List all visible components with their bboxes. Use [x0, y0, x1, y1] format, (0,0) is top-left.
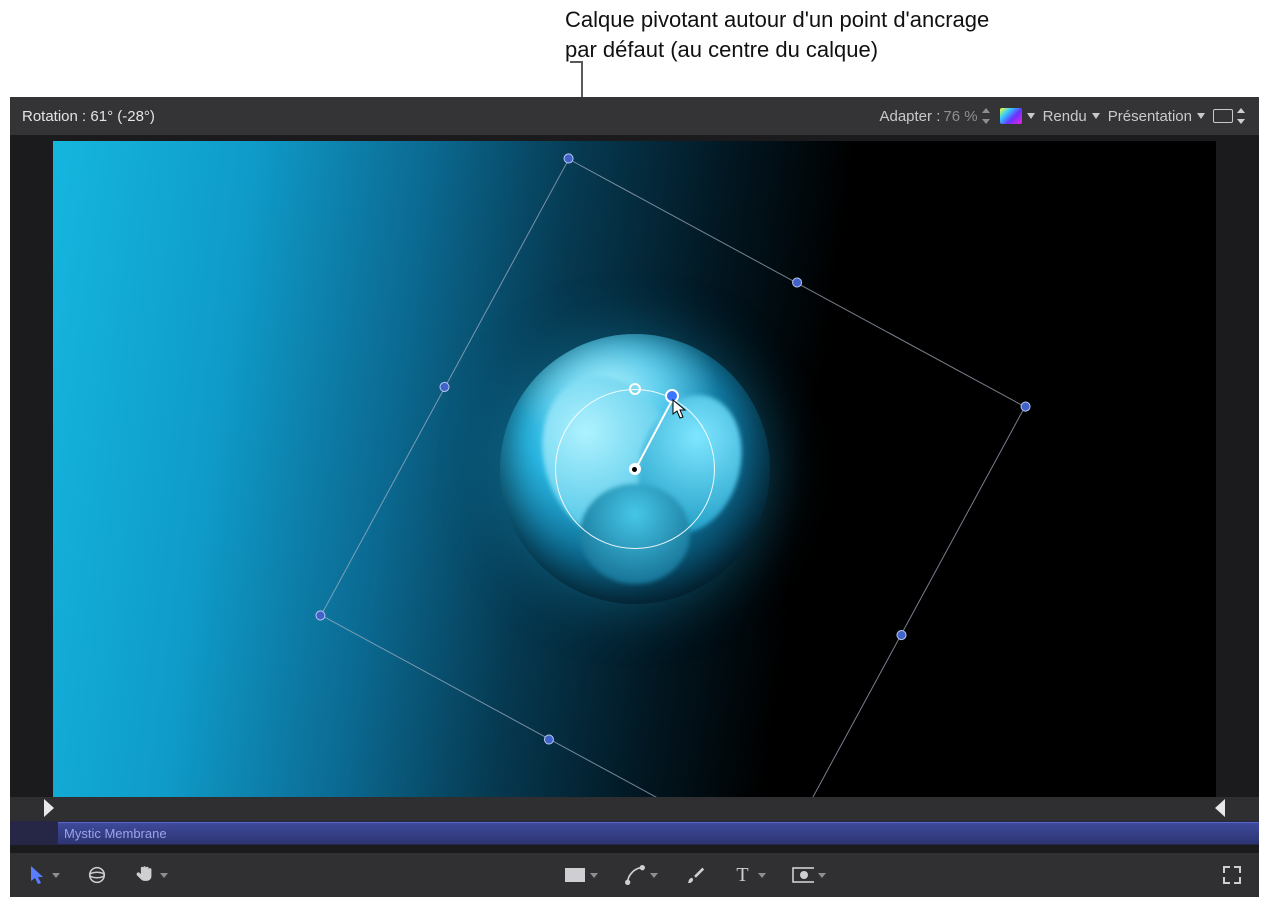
layout-dropdown[interactable] — [1213, 108, 1247, 124]
chevron-down-icon — [590, 873, 598, 878]
stepper-icon — [1236, 108, 1247, 124]
mini-timeline[interactable]: Mystic Membrane — [10, 821, 1259, 845]
chevron-down-icon — [1092, 113, 1100, 119]
mask-icon — [792, 864, 814, 886]
pen-icon — [624, 864, 646, 886]
out-point-marker[interactable] — [1213, 797, 1227, 819]
mask-tool[interactable] — [792, 864, 826, 886]
layout-icon — [1213, 109, 1233, 123]
in-point-marker[interactable] — [42, 797, 56, 819]
render-dropdown[interactable]: Rendu — [1043, 108, 1100, 125]
chevron-down-icon — [818, 873, 826, 878]
chevron-down-icon — [160, 873, 168, 878]
rotation-status-delta: (-28°) — [117, 108, 155, 125]
clip-name: Mystic Membrane — [64, 826, 167, 841]
select-tool[interactable] — [26, 864, 60, 886]
brush-icon — [684, 864, 706, 886]
chevron-down-icon — [758, 873, 766, 878]
fit-zoom-control[interactable]: Adapter : 76 % — [879, 108, 991, 125]
text-tool[interactable]: T — [732, 864, 766, 886]
canvas-viewport[interactable] — [53, 141, 1216, 797]
color-channel-dropdown[interactable] — [1000, 108, 1035, 124]
text-icon: T — [732, 864, 754, 886]
rotation-status-value: 61° — [90, 108, 113, 125]
rotation-start-marker — [629, 383, 641, 395]
rectangle-tool[interactable] — [564, 864, 598, 886]
cursor-icon — [672, 399, 688, 425]
callout-line1: Calque pivotant autour d'un point d'ancr… — [565, 5, 1165, 35]
viewer-panel: Rotation : 61° (-28°) Adapter : 76 % Ren… — [10, 97, 1259, 897]
fit-label: Adapter : — [879, 108, 940, 125]
pointer-icon — [26, 864, 48, 886]
render-label: Rendu — [1043, 108, 1087, 125]
callout-line2: par défaut (au centre du calque) — [565, 35, 1165, 65]
timeline-ruler[interactable] — [10, 797, 1259, 821]
view-dropdown[interactable]: Présentation — [1108, 108, 1205, 125]
stepper-icon — [981, 108, 992, 124]
chevron-down-icon — [650, 873, 658, 878]
fit-value: 76 % — [943, 108, 977, 125]
pan-tool[interactable] — [134, 864, 168, 886]
expand-viewer-button[interactable] — [1221, 864, 1243, 886]
color-swatch-icon — [1000, 108, 1022, 124]
hand-icon — [134, 864, 156, 886]
rotation-status: Rotation : 61° (-28°) — [22, 108, 155, 125]
orbit-icon — [86, 864, 108, 886]
3d-transform-tool[interactable] — [86, 864, 108, 886]
pen-tool[interactable] — [624, 864, 658, 886]
chevron-down-icon — [52, 873, 60, 878]
clip-bar[interactable] — [58, 822, 1259, 844]
viewer-top-bar: Rotation : 61° (-28°) Adapter : 76 % Ren… — [10, 97, 1259, 135]
rectangle-icon — [564, 864, 586, 886]
chevron-down-icon — [1197, 113, 1205, 119]
view-label: Présentation — [1108, 108, 1192, 125]
paint-stroke-tool[interactable] — [684, 864, 706, 886]
expand-icon — [1221, 864, 1243, 886]
chevron-down-icon — [1027, 113, 1035, 119]
callout-text: Calque pivotant autour d'un point d'ancr… — [565, 5, 1165, 64]
rotation-status-label: Rotation — [22, 108, 78, 125]
canvas-tool-strip: T — [10, 853, 1259, 897]
anchor-point[interactable] — [629, 463, 641, 475]
